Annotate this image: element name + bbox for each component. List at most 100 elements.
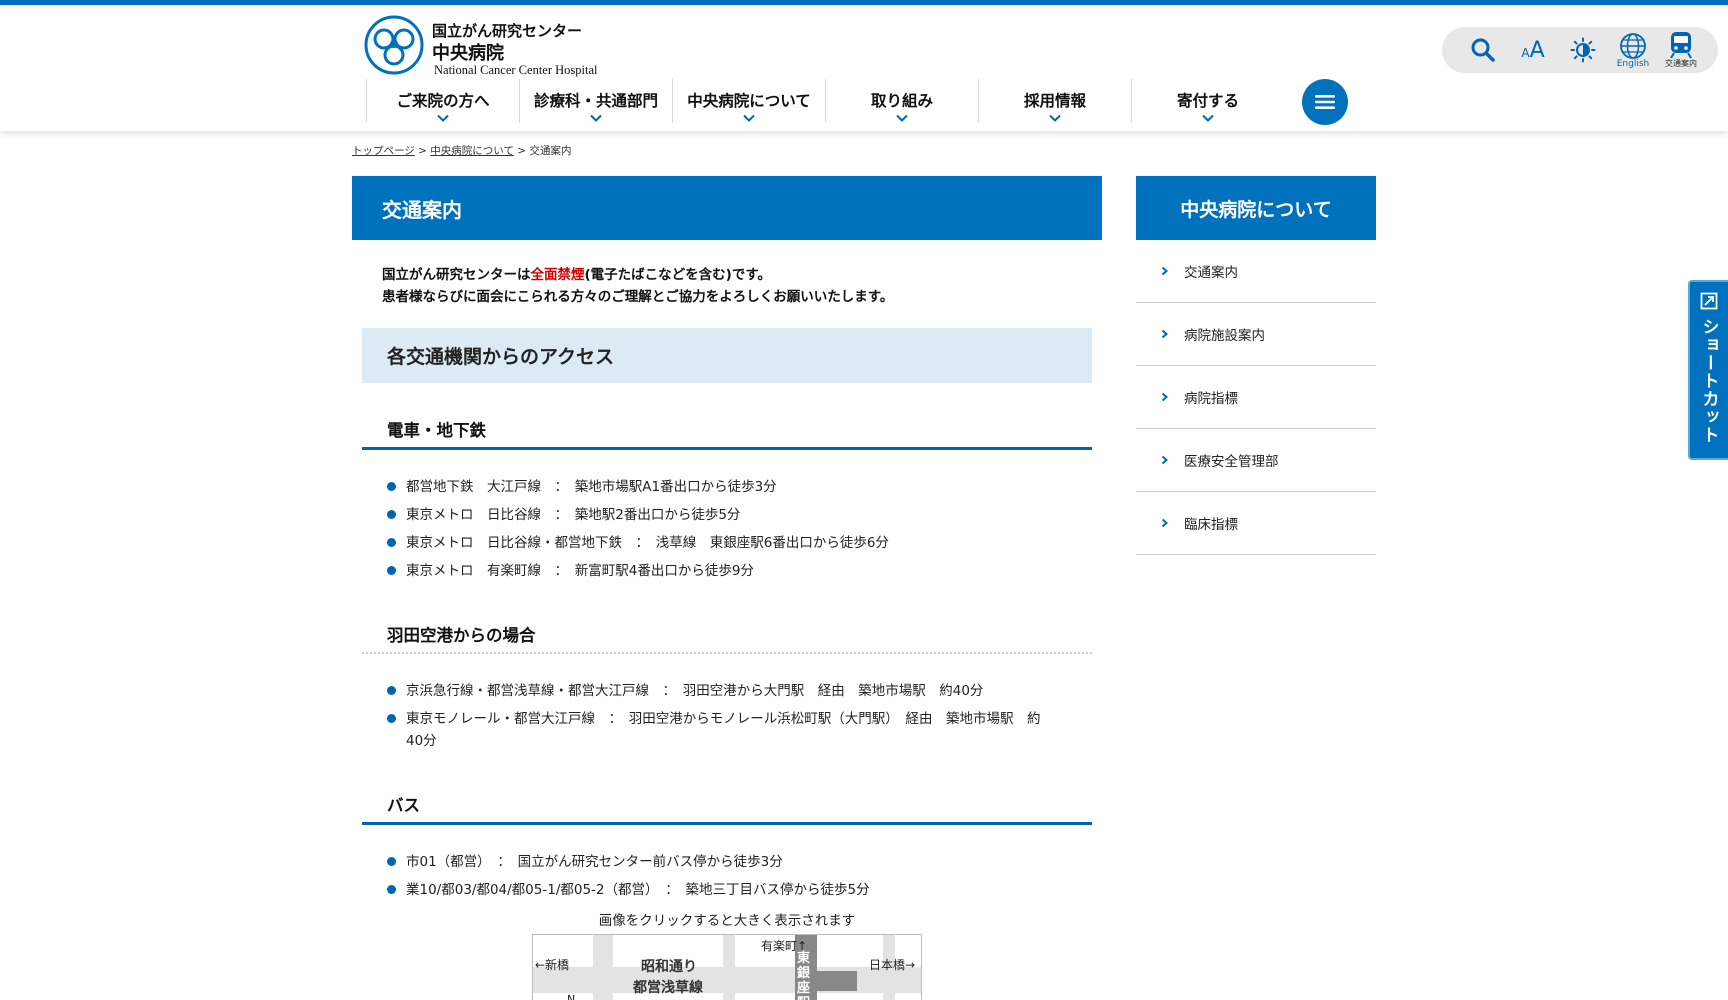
- english-button[interactable]: English: [1612, 27, 1654, 73]
- gnav-label: ご来院の方へ: [396, 91, 490, 110]
- side-nav-title[interactable]: 中央病院について: [1136, 176, 1376, 240]
- bus-list: 市01（都営） ： 国立がん研究センター前バス停から徒歩3分 業10/都03/都…: [386, 851, 1092, 901]
- no-smoking-notice: 国立がん研究センターは全面禁煙(電子たばこなどを含む)です。 患者様ならびに面会…: [352, 264, 1102, 308]
- header-tools: AA English 交通案内: [1442, 27, 1718, 73]
- list-item: 都営地下鉄 大江戸線 ： 築地市場駅A1番出口から徒歩3分: [386, 476, 1046, 498]
- side-nav-item-safety[interactable]: 医療安全管理部: [1136, 429, 1376, 492]
- logo-english-name: National Cancer Center Hospital: [434, 63, 598, 77]
- breadcrumb-parent[interactable]: 中央病院について: [430, 145, 514, 157]
- external-link-icon: [1700, 292, 1718, 310]
- english-label: English: [1616, 58, 1650, 69]
- gnav-label: 診療科・共通部門: [533, 91, 658, 110]
- search-button[interactable]: [1468, 27, 1498, 73]
- access-label: 交通案内: [1665, 59, 1697, 68]
- notice-line-2: 患者様ならびに面会にこられる方々のご理解とご協力をよろしくお願いいたします。: [382, 289, 894, 305]
- gnav-label: 寄付する: [1176, 91, 1239, 110]
- site-logo[interactable]: 国立がん研究センター 中央病院 National Cancer Center H…: [364, 15, 644, 79]
- side-nav-item-access[interactable]: 交通案内: [1136, 240, 1376, 303]
- chevron-down-icon: [896, 114, 908, 122]
- font-size-small-glyph: A: [1521, 45, 1530, 60]
- list-item: 市01（都営） ： 国立がん研究センター前バス停から徒歩3分: [386, 851, 1046, 873]
- side-nav-label: 病院施設案内: [1184, 328, 1265, 344]
- chevron-down-icon: [743, 114, 755, 122]
- menu-button[interactable]: [1302, 79, 1348, 125]
- gnav-item-recruit[interactable]: 採用情報: [978, 79, 1131, 123]
- main-content: 交通案内 国立がん研究センターは全面禁煙(電子たばこなどを含む)です。 患者様な…: [352, 176, 1102, 1000]
- site-header: 国立がん研究センター 中央病院 National Cancer Center H…: [0, 5, 1728, 131]
- list-item: 京浜急行線・都営浅草線・都営大江戸線 ： 羽田空港から大門駅 経由 築地市場駅 …: [386, 680, 1046, 702]
- airport-list: 京浜急行線・都営浅草線・都営大江戸線 ： 羽田空港から大門駅 経由 築地市場駅 …: [386, 680, 1092, 752]
- search-icon: [1471, 38, 1495, 62]
- globe-icon: [1620, 32, 1646, 59]
- gnav-item-donate[interactable]: 寄付する: [1131, 79, 1284, 123]
- side-nav-label: 医療安全管理部: [1184, 454, 1279, 470]
- chevron-down-icon: [590, 114, 602, 122]
- map-label-showa-dori: 昭和通り: [641, 959, 697, 975]
- access-map-image[interactable]: ←新橋 有楽町↑ 日本橋→ 昭和通り 都営浅草線 東銀座駅 N: [532, 934, 922, 1000]
- gnav-item-departments[interactable]: 診療科・共通部門: [519, 79, 672, 123]
- notice-line-1: 国立がん研究センターは全面禁煙(電子たばこなどを含む)です。: [382, 264, 1102, 286]
- side-nav: 中央病院について 交通案内 病院施設案内 病院指標 医療安全管理部 臨床指標: [1136, 176, 1376, 555]
- map-label-shimbashi: ←新橋: [535, 958, 570, 972]
- breadcrumb-current: 交通案内: [529, 145, 572, 157]
- shortcut-tab[interactable]: ショートカット: [1688, 280, 1728, 460]
- map-caption: 画像をクリックすると大きく表示されます: [598, 913, 856, 929]
- hamburger-icon: [1315, 95, 1335, 109]
- contrast-button[interactable]: [1568, 27, 1598, 73]
- access-heading: 各交通機関からのアクセス: [362, 328, 1092, 383]
- map-label-nihombashi: 日本橋→: [869, 958, 916, 972]
- ncc-logo-icon: [364, 15, 424, 75]
- chevron-down-icon: [1202, 114, 1214, 122]
- map-label-higashi-ginza: 東銀座駅: [797, 951, 811, 1000]
- gnav-label: 中央病院について: [687, 91, 811, 110]
- gnav-label: 採用情報: [1023, 91, 1086, 110]
- breadcrumb: トップページ > 中央病院について > 交通案内: [352, 143, 571, 158]
- breadcrumb-separator: >: [513, 145, 530, 157]
- font-size-icon: AA: [1521, 38, 1544, 63]
- gnav-label: 取り組み: [870, 91, 933, 110]
- side-nav-label: 交通案内: [1184, 265, 1238, 281]
- gnav-item-visitors[interactable]: ご来院の方へ: [366, 79, 519, 123]
- logo-org-name: 国立がん研究センター: [432, 22, 583, 40]
- chevron-right-icon: [1161, 518, 1168, 528]
- gnav-item-about[interactable]: 中央病院について: [672, 79, 825, 123]
- chevron-right-icon: [1161, 392, 1168, 402]
- list-item: 東京モノレール・都営大江戸線 ： 羽田空港からモノレール浜松町駅（大門駅） 経由…: [386, 708, 1046, 752]
- list-item: 東京メトロ 有楽町線 ： 新富町駅4番出口から徒歩9分: [386, 560, 1046, 582]
- font-size-button[interactable]: AA: [1516, 27, 1550, 73]
- breadcrumb-separator: >: [414, 145, 431, 157]
- map-label-asakusa-line: 都営浅草線: [633, 980, 703, 996]
- train-icon: [1670, 32, 1692, 59]
- font-size-large-glyph: A: [1529, 37, 1545, 63]
- side-nav-item-facilities[interactable]: 病院施設案内: [1136, 303, 1376, 366]
- notice-text: 国立がん研究センターは: [382, 267, 531, 283]
- bus-heading: バス: [362, 792, 1092, 825]
- chevron-right-icon: [1161, 266, 1168, 276]
- global-nav: ご来院の方へ 診療科・共通部門 中央病院について 取り組み 採用情報 寄付する: [366, 79, 1348, 127]
- side-nav-label: 臨床指標: [1184, 517, 1238, 533]
- breadcrumb-home[interactable]: トップページ: [352, 145, 415, 157]
- list-item: 東京メトロ 日比谷線・都営地下鉄 ： 浅草線 東銀座駅6番出口から徒歩6分: [386, 532, 1046, 554]
- train-heading: 電車・地下鉄: [362, 417, 1092, 450]
- side-nav-item-clinical-indicators[interactable]: 臨床指標: [1136, 492, 1376, 555]
- access-button[interactable]: 交通案内: [1660, 27, 1702, 73]
- contrast-icon: [1570, 37, 1596, 63]
- chevron-right-icon: [1161, 455, 1168, 465]
- airport-heading: 羽田空港からの場合: [362, 622, 1092, 654]
- page-title: 交通案内: [352, 176, 1102, 240]
- gnav-item-initiatives[interactable]: 取り組み: [825, 79, 978, 123]
- access-map-graphic: [533, 935, 921, 1000]
- logo-hospital-name: 中央病院: [432, 43, 504, 64]
- notice-text: (電子たばこなどを含む)です。: [584, 267, 772, 283]
- side-nav-label: 病院指標: [1184, 391, 1238, 407]
- chevron-down-icon: [437, 114, 449, 122]
- side-nav-item-hospital-indicators[interactable]: 病院指標: [1136, 366, 1376, 429]
- map-label-north: N: [567, 993, 576, 1000]
- list-item: 東京メトロ 日比谷線 ： 築地駅2番出口から徒歩5分: [386, 504, 1046, 526]
- notice-highlight: 全面禁煙: [530, 267, 585, 283]
- chevron-right-icon: [1161, 329, 1168, 339]
- chevron-down-icon: [1049, 114, 1061, 122]
- shortcut-label: ショートカット: [1698, 318, 1719, 444]
- train-list: 都営地下鉄 大江戸線 ： 築地市場駅A1番出口から徒歩3分 東京メトロ 日比谷線…: [386, 476, 1092, 582]
- list-item: 業10/都03/都04/都05-1/都05-2（都営） ： 築地三丁目バス停から…: [386, 879, 1046, 901]
